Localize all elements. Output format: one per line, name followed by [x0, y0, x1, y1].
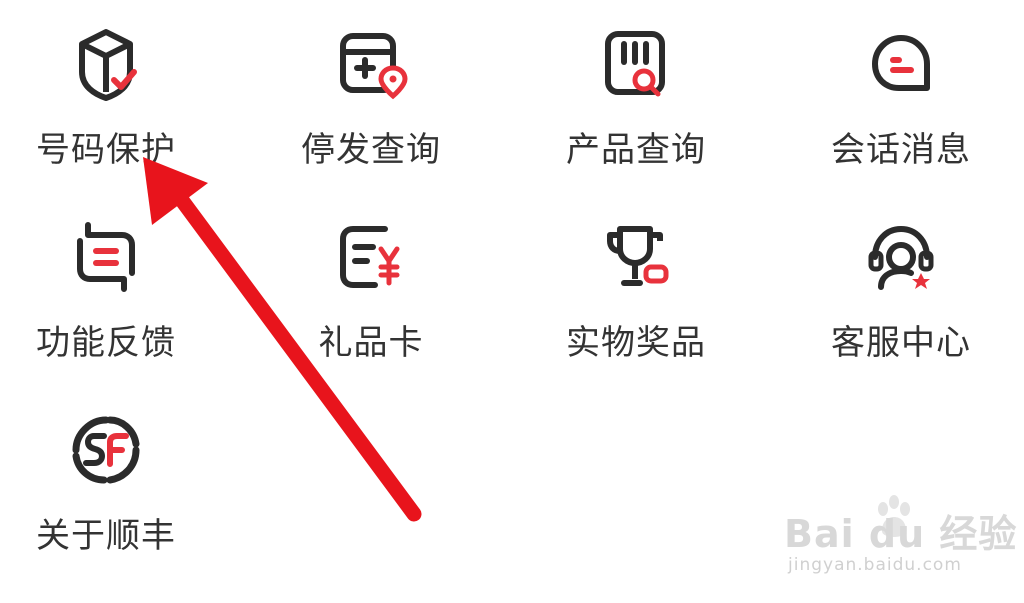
- box-shield-check-icon: [64, 22, 148, 106]
- menu-item-label: 会话消息: [831, 130, 971, 170]
- menu-item-about-sf[interactable]: 关于顺丰: [16, 408, 196, 578]
- watermark-brand: Bai du 经验: [784, 512, 1018, 556]
- trophy-icon: [594, 215, 678, 299]
- menu-item-label: 号码保护: [36, 130, 176, 170]
- baidu-jingyan-watermark: Bai du 经验 jingyan.baidu.com: [780, 495, 1016, 580]
- menu-item-number-protection[interactable]: 号码保护: [16, 22, 196, 192]
- menu-item-label: 客服中心: [831, 323, 971, 363]
- menu-item-customer-service[interactable]: 客服中心: [811, 215, 991, 385]
- chat-bubble-icon: [859, 22, 943, 106]
- menu-item-label: 功能反馈: [36, 323, 176, 363]
- product-search-icon: [594, 22, 678, 106]
- gift-card-yuan-icon: [329, 215, 413, 299]
- menu-item-label: 关于顺丰: [36, 516, 176, 556]
- watermark-url: jingyan.baidu.com: [788, 555, 962, 575]
- menu-item-gift-card[interactable]: 礼品卡: [281, 215, 461, 385]
- menu-item-physical-prizes[interactable]: 实物奖品: [546, 215, 726, 385]
- feedback-loop-icon: [64, 215, 148, 299]
- menu-item-label: 礼品卡: [318, 323, 424, 363]
- calendar-location-icon: [329, 22, 413, 106]
- menu-item-product-query[interactable]: 产品查询: [546, 22, 726, 192]
- menu-item-label: 停发查询: [301, 130, 441, 170]
- customer-service-headset-icon: [859, 215, 943, 299]
- menu-item-label: 实物奖品: [566, 323, 706, 363]
- sf-logo-icon: [64, 408, 148, 492]
- menu-item-feedback[interactable]: 功能反馈: [16, 215, 196, 385]
- menu-item-chat-messages[interactable]: 会话消息: [811, 22, 991, 192]
- menu-item-stop-delivery-query[interactable]: 停发查询: [281, 22, 461, 192]
- menu-item-label: 产品查询: [566, 130, 706, 170]
